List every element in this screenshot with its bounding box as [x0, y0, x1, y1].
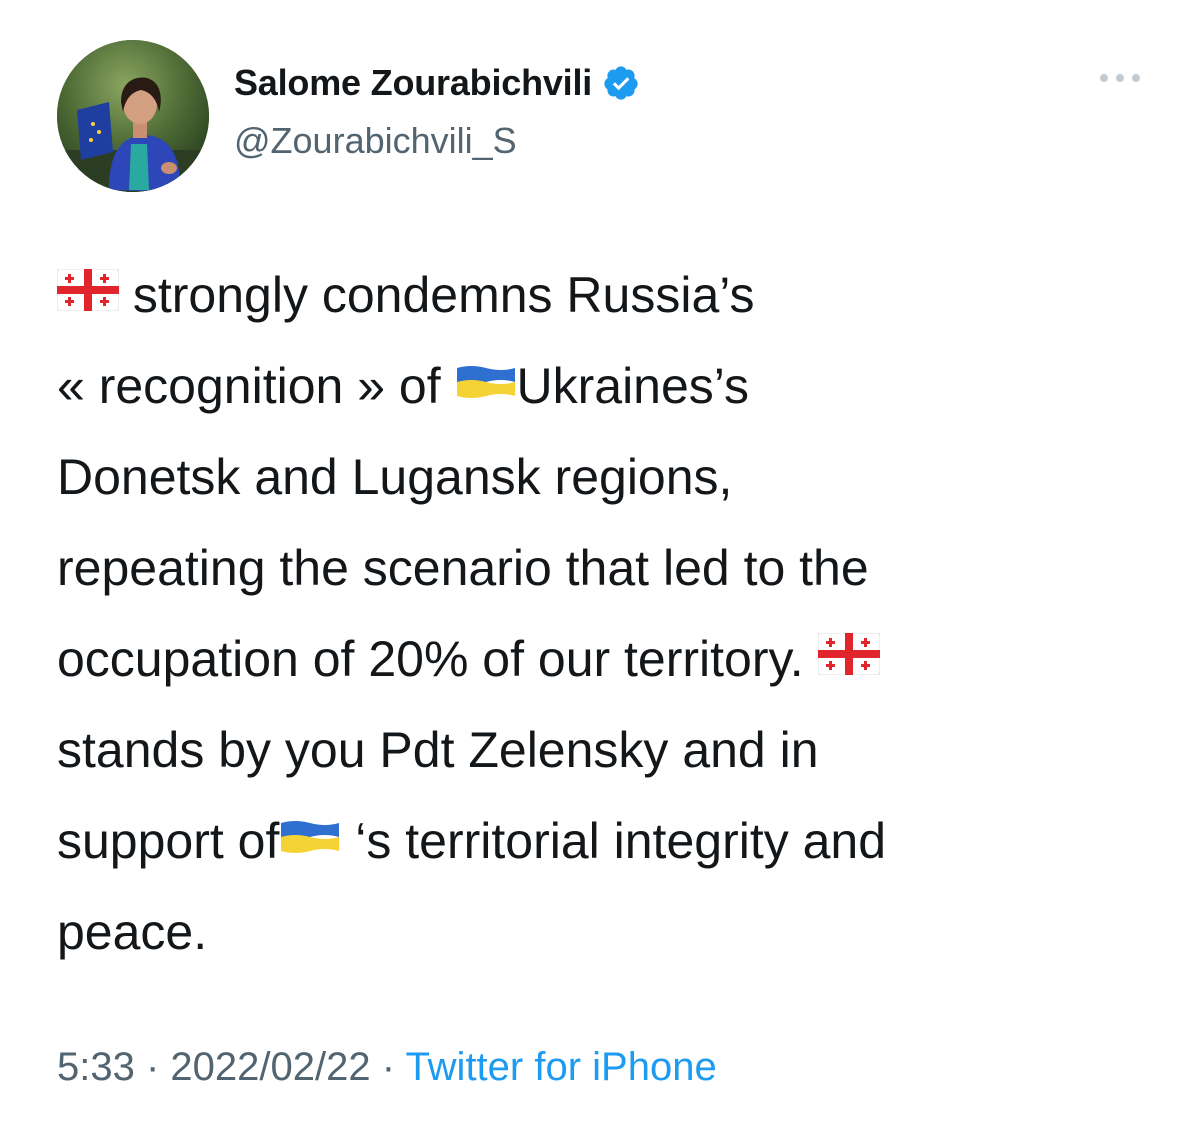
- tweet-meta: 5:33 · 2022/02/22 · Twitter for iPhone: [57, 1045, 717, 1090]
- tweet-time[interactable]: 5:33: [57, 1045, 135, 1089]
- tweet-text-segment: « recognition » of: [57, 358, 455, 414]
- georgia-flag-icon: [817, 613, 881, 704]
- tweet-text-segment: repeating the scenario that led to the: [57, 540, 869, 596]
- author-name-row[interactable]: Salome Zourabichvili: [234, 62, 640, 104]
- author-name[interactable]: Salome Zourabichvili: [234, 62, 592, 104]
- more-horizontal-icon: [1100, 74, 1108, 82]
- tweet-text-segment: ‘s territorial integrity and: [341, 813, 887, 869]
- tweet-text-segment: strongly condemns Russia’s: [119, 267, 755, 323]
- tweet-text-segment: Donetsk and Lugansk regions,: [57, 449, 733, 505]
- tweet-text-segment: stands by you Pdt Zelensky and in: [57, 722, 819, 778]
- tweet-text-segment: Ukraines’s: [516, 358, 750, 414]
- more-horizontal-icon-dot: [1132, 74, 1140, 82]
- tweet-text-segment: support of: [57, 813, 280, 869]
- author-handle[interactable]: @Zourabichvili_S: [234, 120, 517, 162]
- avatar[interactable]: [57, 40, 209, 192]
- more-options-button[interactable]: [1100, 68, 1140, 88]
- meta-separator: ·: [134, 1045, 171, 1089]
- tweet-date[interactable]: 2022/02/22: [170, 1045, 370, 1089]
- tweet-text-segment: peace.: [57, 904, 208, 960]
- verified-badge-icon: [604, 66, 638, 100]
- tweet-text-segment: occupation of 20% of our territory.: [57, 631, 818, 687]
- more-horizontal-icon-dot: [1116, 74, 1124, 82]
- profile-photo: [57, 40, 209, 192]
- meta-separator: ·: [370, 1045, 406, 1089]
- ukraine-flag-icon: [279, 795, 341, 886]
- tweet-text: strongly condemns Russia’s « recognition…: [56, 249, 1147, 978]
- tweet-source-link[interactable]: Twitter for iPhone: [405, 1045, 716, 1089]
- georgia-flag-icon: [56, 249, 120, 340]
- ukraine-flag-icon: [455, 340, 517, 431]
